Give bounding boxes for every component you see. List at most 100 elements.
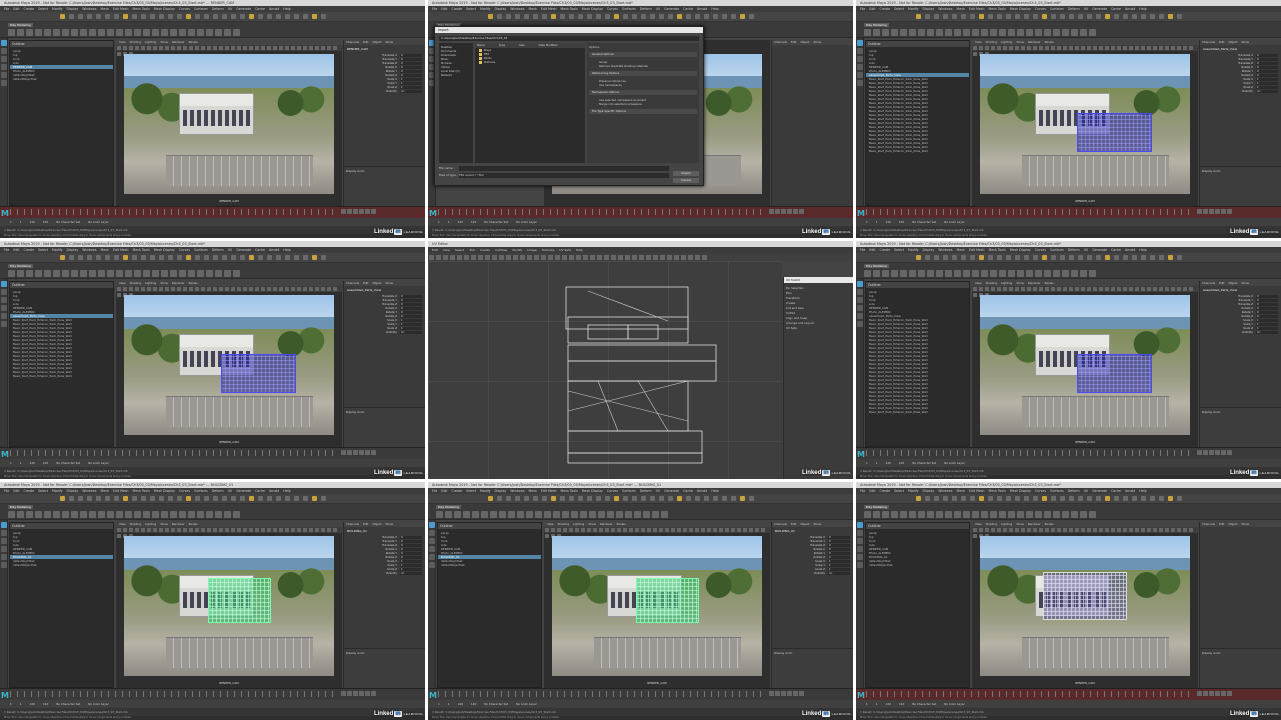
status-line-icon[interactable] bbox=[614, 14, 619, 19]
menu-file[interactable]: File bbox=[4, 248, 9, 252]
menu-display[interactable]: Display bbox=[923, 7, 935, 11]
status-line-icon[interactable] bbox=[213, 496, 218, 501]
status-line-icon[interactable] bbox=[713, 496, 718, 501]
status-line-icon[interactable] bbox=[96, 14, 101, 19]
status-line-icon[interactable] bbox=[69, 255, 74, 260]
status-line-icon[interactable] bbox=[60, 496, 65, 501]
outliner-item[interactable]: Basic_Roof_Pack_Exterior_Pack_Pane_Wall bbox=[10, 374, 113, 378]
uv-tool-icon[interactable] bbox=[520, 254, 525, 260]
viewport-tool-icon[interactable] bbox=[135, 46, 139, 50]
viewport-tool-icon[interactable] bbox=[213, 46, 217, 50]
viewport-tool-icon[interactable] bbox=[147, 46, 151, 50]
viewport-render[interactable] bbox=[124, 536, 334, 676]
menu-arnold[interactable]: Arnold bbox=[697, 7, 707, 11]
viewport-tool-icon[interactable] bbox=[1087, 46, 1091, 50]
menu-arnold[interactable]: Arnold bbox=[697, 489, 707, 493]
viewport-tool-icon[interactable] bbox=[593, 528, 597, 532]
go-start-icon[interactable] bbox=[769, 691, 774, 696]
viewport-tool-icon[interactable] bbox=[991, 287, 995, 291]
status-line-icon[interactable] bbox=[934, 496, 939, 501]
menu-windows[interactable]: Windows bbox=[82, 248, 96, 252]
shelf-tool-icon[interactable] bbox=[1071, 511, 1078, 518]
viewport-tool-icon[interactable] bbox=[1081, 46, 1085, 50]
channel-tab-object[interactable]: Object bbox=[800, 522, 809, 526]
viewport-tool-icon[interactable] bbox=[1039, 287, 1043, 291]
uv-tool-icon[interactable] bbox=[625, 254, 630, 260]
status-line-icon[interactable] bbox=[1087, 14, 1092, 19]
shelf-tool-icon[interactable] bbox=[53, 511, 60, 518]
viewport-menu-lighting[interactable]: Lighting bbox=[1001, 522, 1012, 526]
scale-tool-icon[interactable] bbox=[1, 321, 7, 327]
building-model-overlay[interactable] bbox=[1076, 353, 1153, 393]
command-line[interactable]: // Result: C:/Users/Josh/Desktop/Exercis… bbox=[0, 226, 425, 234]
status-line-icon[interactable] bbox=[159, 14, 164, 19]
shelf-tool-icon[interactable] bbox=[625, 511, 632, 518]
shelf-tool-icon[interactable] bbox=[197, 511, 204, 518]
shelf-tool-icon[interactable] bbox=[161, 29, 168, 36]
menu-meshdisplay[interactable]: Mesh Display bbox=[154, 248, 175, 252]
viewport-tool-icon[interactable] bbox=[973, 293, 977, 297]
status-line-icon[interactable] bbox=[952, 496, 957, 501]
viewport-tool-icon[interactable] bbox=[1069, 46, 1073, 50]
menu-surfaces[interactable]: Surfaces bbox=[194, 7, 208, 11]
viewport-tool-icon[interactable] bbox=[1105, 287, 1109, 291]
viewport-tool-icon[interactable] bbox=[719, 528, 723, 532]
shelf-tool-icon[interactable] bbox=[206, 29, 213, 36]
play-back-icon[interactable] bbox=[1209, 691, 1214, 696]
play-back-icon[interactable] bbox=[353, 691, 358, 696]
step-back-icon[interactable] bbox=[1203, 450, 1208, 455]
uv-menu-select[interactable]: Select bbox=[455, 248, 464, 252]
menu-meshdisplay[interactable]: Mesh Display bbox=[154, 7, 175, 11]
status-line-icon[interactable] bbox=[1150, 255, 1155, 260]
time-slider[interactable] bbox=[0, 688, 425, 700]
shelf-tool-icon[interactable] bbox=[26, 511, 33, 518]
paint-select-icon[interactable] bbox=[857, 538, 863, 544]
shelf-tool-icon[interactable] bbox=[954, 270, 961, 277]
status-line-icon[interactable] bbox=[596, 496, 601, 501]
uv-tool-icon[interactable] bbox=[660, 254, 665, 260]
shelf-tool-icon[interactable] bbox=[125, 511, 132, 518]
channel-tab-object[interactable]: Object bbox=[372, 40, 381, 44]
menu-meshtools[interactable]: Mesh Tools bbox=[133, 489, 150, 493]
menu-arnold[interactable]: Arnold bbox=[1125, 489, 1135, 493]
menu-deform[interactable]: Deform bbox=[212, 7, 224, 11]
shelf-tool-icon[interactable] bbox=[170, 29, 177, 36]
status-line-icon[interactable] bbox=[1051, 14, 1056, 19]
menu-edit[interactable]: Edit bbox=[441, 7, 447, 11]
status-line-icon[interactable] bbox=[997, 14, 1002, 19]
viewport-tool-icon[interactable] bbox=[195, 528, 199, 532]
status-line-icon[interactable] bbox=[276, 255, 281, 260]
range-field[interactable]: 120 bbox=[899, 461, 904, 465]
viewport-tool-icon[interactable] bbox=[647, 528, 651, 532]
viewport-tool-icon[interactable] bbox=[1105, 528, 1109, 532]
viewport-tool-icon[interactable] bbox=[1003, 46, 1007, 50]
shelf-tool-icon[interactable] bbox=[1035, 29, 1042, 36]
status-line-icon[interactable] bbox=[560, 14, 565, 19]
shelf-tool-icon[interactable] bbox=[580, 511, 587, 518]
status-line-icon[interactable] bbox=[1060, 255, 1065, 260]
viewport-tool-icon[interactable] bbox=[1093, 46, 1097, 50]
channel-tab-channels[interactable]: Channels bbox=[346, 40, 359, 44]
status-line-icon[interactable] bbox=[542, 14, 547, 19]
range-field[interactable]: No Character Set bbox=[484, 702, 508, 706]
shelf-tool-icon[interactable] bbox=[17, 29, 24, 36]
viewport-tool-icon[interactable] bbox=[315, 46, 319, 50]
shelf-tool-icon[interactable] bbox=[909, 29, 916, 36]
viewport-tool-icon[interactable] bbox=[327, 46, 331, 50]
play-forward-icon[interactable] bbox=[359, 450, 364, 455]
uv-shell[interactable] bbox=[567, 452, 703, 464]
shelf-tool-icon[interactable] bbox=[125, 29, 132, 36]
viewport-menu-panels[interactable]: Panels bbox=[189, 40, 198, 44]
viewport-tool-icon[interactable] bbox=[973, 528, 977, 532]
viewport-tool-icon[interactable] bbox=[551, 528, 555, 532]
shelf-tool-icon[interactable] bbox=[161, 511, 168, 518]
lasso-tool-icon[interactable] bbox=[1, 289, 7, 295]
shelf-tool-icon[interactable] bbox=[80, 29, 87, 36]
status-line-icon[interactable] bbox=[87, 496, 92, 501]
viewport-tool-icon[interactable] bbox=[1033, 528, 1037, 532]
building-model-overlay[interactable] bbox=[208, 578, 271, 623]
viewport-tool-icon[interactable] bbox=[315, 528, 319, 532]
status-line-icon[interactable] bbox=[1069, 14, 1074, 19]
viewport-tool-icon[interactable] bbox=[743, 528, 747, 532]
status-line-icon[interactable] bbox=[195, 255, 200, 260]
